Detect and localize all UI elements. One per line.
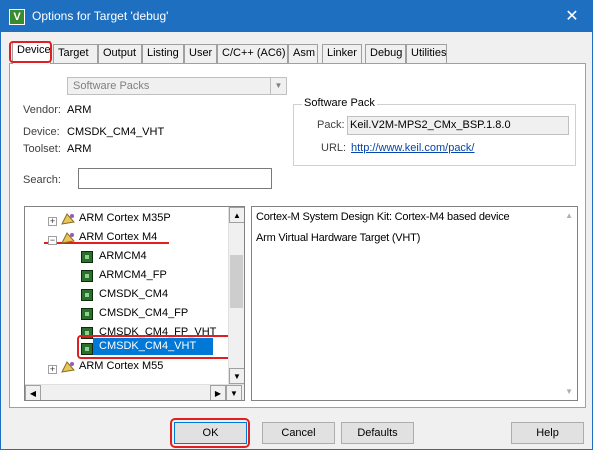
pack-url-link[interactable]: http://www.keil.com/pack/ <box>351 142 475 154</box>
tab-user[interactable]: User <box>184 44 217 63</box>
device-panel: Software Packs ▼ Vendor: ARM Device: CMS… <box>9 63 586 408</box>
scroll-up-icon[interactable]: ▲ <box>229 207 244 223</box>
device-label: Device: <box>23 126 60 138</box>
scroll-right-icon[interactable]: ▶ <box>210 385 226 400</box>
tab-bar: Device Target Output Listing User C/C++ … <box>9 41 584 64</box>
chip-icon <box>81 308 93 320</box>
vendor-label: Vendor: <box>23 104 61 116</box>
scroll-left-icon[interactable]: ◀ <box>25 385 41 400</box>
device-family-icon <box>61 232 75 244</box>
software-pack-title: Software Pack <box>302 97 377 109</box>
device-family-icon <box>61 361 75 373</box>
vendor-value: ARM <box>67 104 92 116</box>
window-title: Options for Target 'debug' <box>32 9 169 23</box>
search-label: Search: <box>23 174 61 186</box>
device-tab-highlight <box>9 41 52 63</box>
title-bar: V Options for Target 'debug' ✕ <box>1 1 592 32</box>
pack-label: Pack: <box>317 119 345 131</box>
database-select-value: Software Packs <box>73 80 150 92</box>
chip-icon <box>81 270 93 282</box>
ok-button-highlight <box>170 418 250 448</box>
tree-item-cortex-m55[interactable]: ARM Cortex M55 <box>79 357 163 376</box>
scroll-down-icon[interactable]: ▼ <box>229 368 244 384</box>
tab-utilities[interactable]: Utilities <box>406 44 447 63</box>
scroll-down-icon[interactable]: ▼ <box>565 387 573 396</box>
help-button[interactable]: Help <box>511 422 584 444</box>
tree-item-armcm4[interactable]: ARMCM4 <box>99 247 147 266</box>
url-label: URL: <box>321 142 347 154</box>
device-value: CMSDK_CM4_VHT <box>67 126 165 138</box>
description-line: Cortex-M System Design Kit: Cortex-M4 ba… <box>256 211 510 223</box>
tree-vertical-scrollbar[interactable]: ▲ ▼ <box>228 207 244 384</box>
tree-horizontal-scrollbar[interactable]: ◀ ▶ ▼ <box>25 384 244 400</box>
close-button[interactable]: ✕ <box>552 1 592 32</box>
scroll-up-icon[interactable]: ▲ <box>565 211 573 220</box>
tree-item-cortex-m4[interactable]: ARM Cortex M4 <box>79 228 157 247</box>
tab-debug[interactable]: Debug <box>365 44 406 63</box>
device-family-icon <box>61 213 75 225</box>
tree-item-cmsdk-cm4[interactable]: CMSDK_CM4 <box>99 285 168 304</box>
toolset-value: ARM <box>67 143 92 155</box>
scroll-down-icon[interactable]: ▼ <box>226 385 242 400</box>
tree-item-cortex-m35p[interactable]: ARM Cortex M35P <box>79 209 171 228</box>
tab-output[interactable]: Output <box>98 44 142 63</box>
cancel-button[interactable]: Cancel <box>262 422 335 444</box>
chip-icon <box>81 251 93 263</box>
keil-uvision-icon: V <box>9 9 25 25</box>
device-description: Cortex-M System Design Kit: Cortex-M4 ba… <box>251 206 578 401</box>
toolset-label: Toolset: <box>23 143 61 155</box>
tab-asm[interactable]: Asm <box>288 44 318 63</box>
collapse-icon[interactable]: − <box>48 236 57 245</box>
tab-listing[interactable]: Listing <box>142 44 184 63</box>
expand-icon[interactable]: + <box>48 217 57 226</box>
expand-icon[interactable]: + <box>48 365 57 374</box>
scroll-thumb[interactable] <box>230 255 243 308</box>
defaults-button[interactable]: Defaults <box>341 422 414 444</box>
tab-c-cpp[interactable]: C/C++ (AC6) <box>217 44 288 63</box>
tab-linker[interactable]: Linker <box>322 44 362 63</box>
chevron-down-icon: ▼ <box>270 78 286 94</box>
selected-device-highlight <box>77 335 241 359</box>
search-input[interactable] <box>78 168 272 189</box>
pack-field: Keil.V2M-MPS2_CMx_BSP.1.8.0 <box>347 116 569 135</box>
tab-target[interactable]: Target <box>53 44 98 63</box>
description-line: Arm Virtual Hardware Target (VHT) <box>256 232 421 244</box>
options-dialog: V Options for Target 'debug' ✕ Device Ta… <box>0 0 593 450</box>
database-select[interactable]: Software Packs ▼ <box>67 77 287 95</box>
chip-icon <box>81 289 93 301</box>
device-tree: + ARM Cortex M35P − ARM Cortex M4 ARMCM4… <box>24 206 245 401</box>
tree-item-armcm4-fp[interactable]: ARMCM4_FP <box>99 266 167 285</box>
tree-item-cmsdk-cm4-fp[interactable]: CMSDK_CM4_FP <box>99 304 188 323</box>
software-pack-group: Software Pack Pack: Keil.V2M-MPS2_CMx_BS… <box>293 97 576 166</box>
